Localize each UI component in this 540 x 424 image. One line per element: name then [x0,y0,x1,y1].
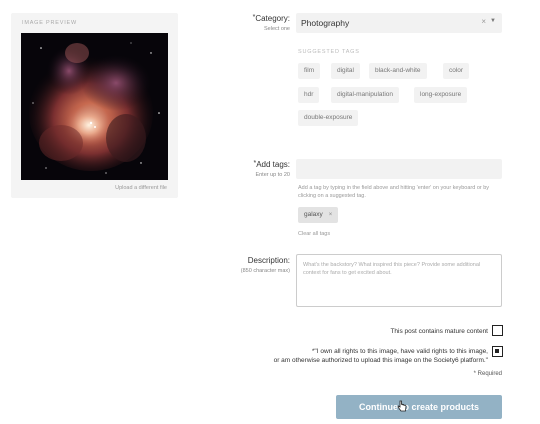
continue-button[interactable]: Continue to create products [336,395,502,419]
mature-content-checkbox[interactable] [492,325,503,336]
description-placeholder: What's the backstory? What inspired this… [303,262,481,276]
preview-image [21,33,168,180]
add-tags-sublabel: Enter up to 20 [255,172,290,178]
required-note: * Required [473,371,502,377]
rights-line-1: *"I own all rights to this image, have v… [311,348,488,355]
suggested-tag-color[interactable]: color [443,63,470,79]
hand-cursor-icon [397,400,407,412]
suggested-tag-black-and-white[interactable]: black-and-white [369,63,427,79]
close-icon[interactable]: × [481,17,486,26]
chevron-down-icon[interactable]: ▼ [490,18,496,24]
suggested-tag-digital-manipulation[interactable]: digital-manipulation [331,87,400,103]
tag-chip-label: galaxy [304,211,323,218]
tag-help-text: Add a tag by typing in the field above a… [298,185,490,199]
rights-line-2: or am otherwise authorized to upload thi… [273,357,488,364]
mature-content-text: This post contains mature content [390,328,488,335]
tag-chip-galaxy[interactable]: galaxy × [298,207,339,223]
suggested-tag-hdr[interactable]: hdr [298,87,320,103]
rights-text: *"I own all rights to this image, have v… [274,347,488,365]
rights-checkbox[interactable] [492,346,503,357]
preview-label: IMAGE PREVIEW [22,20,78,26]
suggested-tag-double-exposure[interactable]: double-exposure [298,110,359,126]
category-sublabel: Select one [264,26,290,32]
category-label: *Category: [252,14,290,23]
upload-different-file-link[interactable]: Upload a different file [115,185,167,191]
add-tags-label: *Add tags: [253,160,290,169]
suggested-tag-film[interactable]: film [298,63,321,79]
description-textarea[interactable]: What's the backstory? What inspired this… [296,254,502,307]
category-select[interactable]: Photography × ▼ [296,13,502,33]
image-preview-card: IMAGE PREVIEW Upload a different file [11,13,178,198]
description-label: Description: [247,256,290,265]
suggested-tag-long-exposure[interactable]: long-exposure [414,87,468,103]
close-icon[interactable]: × [329,212,333,218]
suggested-tags-label: SUGGESTED TAGS [298,49,360,55]
tag-input[interactable] [296,159,502,179]
description-sublabel: (850 character max) [240,268,290,274]
category-value: Photography [301,18,350,28]
clear-all-tags-link[interactable]: Clear all tags [298,231,330,237]
suggested-tag-digital[interactable]: digital [331,63,360,79]
